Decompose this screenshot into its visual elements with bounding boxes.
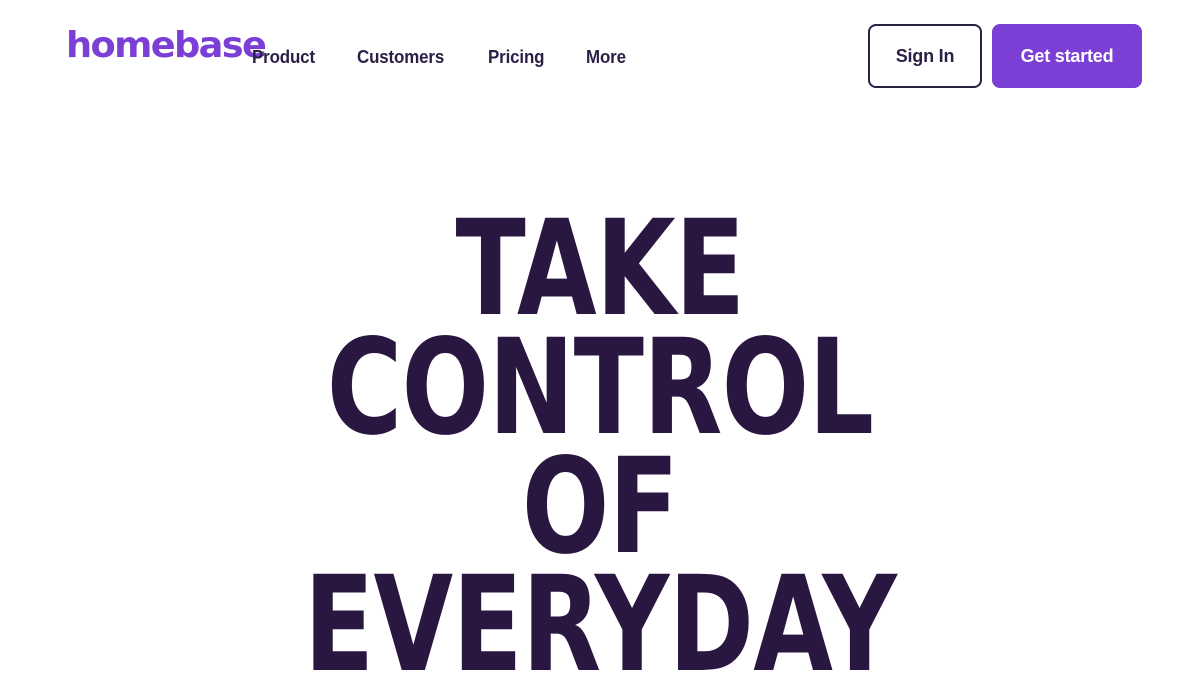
homebase-logo[interactable]: homebase (66, 28, 267, 64)
hero-headline-line-1: Take control of everyday (303, 192, 897, 675)
nav-item-customers[interactable]: Customers (357, 44, 444, 70)
nav-item-more[interactable]: More (586, 44, 626, 70)
primary-navigation: Product Customers Pricing More (252, 44, 628, 70)
hero-headline-line-2: work. (402, 667, 797, 675)
nav-item-pricing[interactable]: Pricing (488, 44, 545, 70)
header-actions: Sign In Get started (868, 24, 1142, 88)
hero-section: Take control of everyday work. Simplify … (0, 112, 1200, 675)
landing-page: homebase Product Customers Pricing More … (0, 0, 1200, 675)
sign-in-button[interactable]: Sign In (868, 24, 982, 88)
nav-item-product[interactable]: Product (252, 44, 315, 70)
hero-headline: Take control of everyday work. (304, 112, 897, 675)
site-header: homebase Product Customers Pricing More … (0, 0, 1200, 112)
get-started-button[interactable]: Get started (992, 24, 1142, 88)
